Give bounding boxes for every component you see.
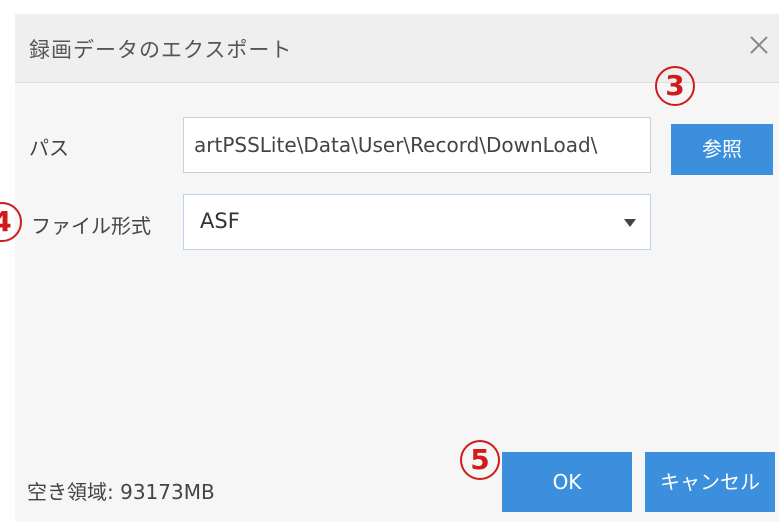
file-format-label: ファイル形式: [31, 214, 151, 238]
close-icon: [750, 36, 768, 54]
file-format-select[interactable]: ASF: [183, 194, 651, 250]
annotation-marker-3: 3: [655, 66, 695, 106]
browse-button[interactable]: 参照: [671, 124, 773, 175]
path-label: パス: [29, 136, 69, 160]
close-button[interactable]: [742, 28, 776, 62]
dialog-title: 録画データのエクスポート: [29, 38, 293, 62]
cancel-button[interactable]: キャンセル: [645, 452, 775, 512]
path-input[interactable]: artPSSLite\Data\User\Record\DownLoad\: [183, 117, 651, 173]
ok-button[interactable]: OK: [502, 452, 632, 512]
free-space-text: 空き領域: 93173MB: [27, 480, 215, 504]
file-format-value: ASF: [200, 209, 240, 233]
annotation-marker-5: 5: [460, 440, 500, 480]
caret-down-icon: [624, 219, 636, 227]
